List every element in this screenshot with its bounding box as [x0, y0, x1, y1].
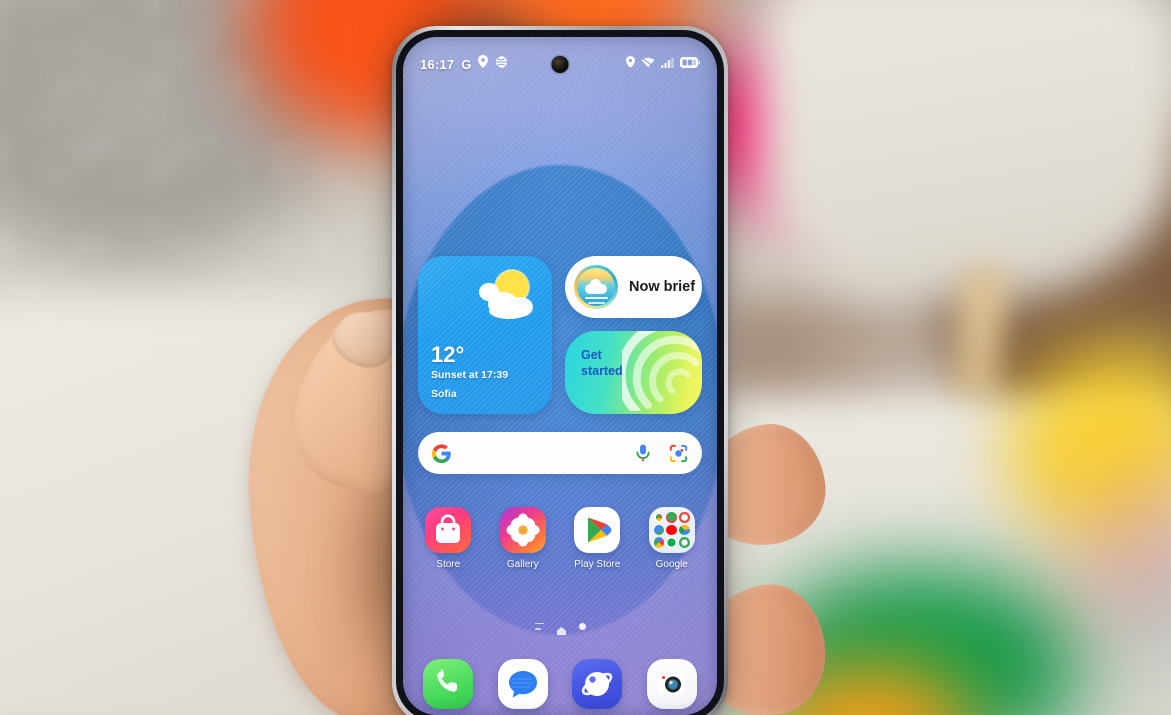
- get-started-line1: Get: [581, 348, 602, 362]
- app-google-folder[interactable]: Google: [640, 507, 704, 570]
- google-logo-icon: [431, 443, 452, 464]
- home-indicator[interactable]: [556, 622, 566, 635]
- signal-bars-icon: [661, 55, 674, 73]
- get-started-widget[interactable]: Get started: [565, 331, 702, 414]
- get-started-label: Get started: [581, 348, 623, 379]
- assistant-icon: [653, 524, 665, 536]
- camera-lens-icon[interactable]: [646, 659, 697, 709]
- browser-planet-icon[interactable]: [572, 659, 623, 709]
- play-store-triangle-icon: [574, 507, 621, 553]
- message-bubble-icon[interactable]: [497, 659, 548, 709]
- photos-icon: [653, 537, 665, 548]
- app-label: Store: [436, 559, 461, 570]
- status-bar-right: [626, 55, 700, 73]
- widget-column-right: Now brief Get started: [565, 256, 702, 414]
- concentric-arcs-icon: [616, 331, 702, 414]
- location-pin-icon: [478, 55, 489, 73]
- front-camera-punch-hole: [551, 56, 569, 73]
- widget-area: 12° Sunset at 17:39 Sofia Now brief Get …: [418, 256, 702, 414]
- play-games-icon: [679, 537, 690, 548]
- app-store[interactable]: Store: [416, 507, 480, 570]
- page-indicator: [403, 622, 717, 635]
- photo-scene: 16:17 G 12° Sunset at 17:39 Sofia Now br…: [0, 0, 1171, 715]
- app-grid: Store Gallery Play Store Google: [411, 507, 709, 570]
- app-label: Google: [655, 559, 688, 570]
- search-input[interactable]: [460, 432, 626, 474]
- weather-sunset-time: Sunset at 17:39: [431, 369, 509, 381]
- gallery-flower-icon: [499, 507, 546, 553]
- phone-device: 16:17 G 12° Sunset at 17:39 Sofia Now br…: [392, 26, 728, 715]
- now-brief-gradient-icon: [574, 265, 618, 309]
- drive-icon: [679, 524, 690, 536]
- battery-icon: [680, 55, 700, 73]
- phone-screen[interactable]: 16:17 G 12° Sunset at 17:39 Sofia Now br…: [403, 37, 717, 715]
- google-folder-icon: [648, 507, 695, 553]
- now-brief-widget[interactable]: Now brief: [565, 256, 702, 318]
- app-list-indicator[interactable]: [534, 622, 544, 630]
- google-lens-icon[interactable]: [668, 443, 689, 464]
- meet-icon: [666, 537, 678, 548]
- status-bar-clock: 16:17: [420, 56, 455, 72]
- phone-handset-icon[interactable]: [423, 659, 474, 709]
- wifi-icon: [641, 55, 655, 73]
- now-brief-label: Now brief: [629, 279, 696, 295]
- location-pin-icon: [626, 55, 635, 73]
- weather-temperature: 12°: [431, 342, 465, 367]
- gmail-icon: [679, 512, 690, 523]
- background-white-chair: [760, 0, 1171, 300]
- store-bag-icon: [425, 507, 472, 553]
- app-play-store[interactable]: Play Store: [565, 507, 629, 570]
- chrome-icon: [653, 512, 665, 523]
- app-gallery[interactable]: Gallery: [491, 507, 555, 570]
- sun-behind-cloud-icon: [472, 266, 542, 324]
- folder-mini-grid: [653, 512, 690, 548]
- youtube-icon: [666, 524, 678, 536]
- microphone-icon[interactable]: [634, 443, 652, 463]
- weather-city: Sofia: [431, 388, 457, 400]
- page-dot-indicator[interactable]: [578, 622, 586, 630]
- google-g-icon: G: [461, 56, 472, 72]
- app-label: Play Store: [574, 559, 621, 570]
- google-search-bar[interactable]: [418, 432, 702, 474]
- dock: [411, 659, 709, 709]
- app-label: Gallery: [506, 559, 539, 570]
- weather-widget[interactable]: 12° Sunset at 17:39 Sofia: [418, 256, 552, 414]
- globe-vpn-icon: [494, 55, 508, 73]
- get-started-line2: started: [581, 363, 623, 378]
- status-bar-left: 16:17 G: [420, 55, 508, 73]
- maps-icon: [666, 512, 678, 523]
